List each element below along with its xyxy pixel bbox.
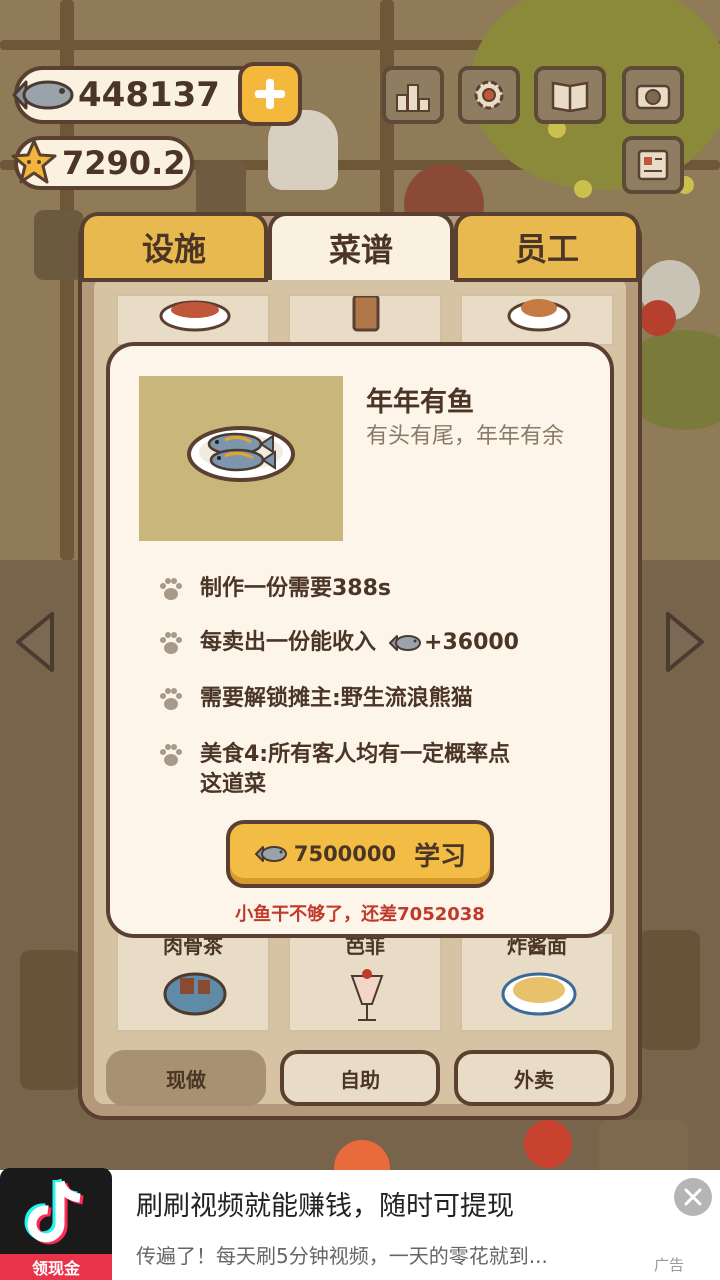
dish-icon	[159, 300, 231, 332]
recipe-card[interactable]: 肉骨茶	[116, 932, 270, 1032]
star-icon	[11, 139, 57, 184]
recipe-card[interactable]	[288, 294, 442, 346]
rank-button[interactable]	[382, 66, 444, 124]
fish-currency-value: 448137	[78, 75, 220, 115]
mode-takeout-button[interactable]: 外卖	[454, 1050, 614, 1106]
paw-icon	[160, 744, 182, 766]
food-effect-text: 美食4:所有客人均有一定概率点	[200, 742, 511, 767]
learn-cost: 7500000	[293, 842, 397, 866]
book-icon	[551, 81, 589, 113]
ad-close-button[interactable]	[674, 1178, 712, 1216]
recipe-book-button[interactable]	[534, 66, 606, 124]
learn-recipe-button[interactable]: 7500000 学习	[226, 820, 494, 888]
settings-button[interactable]	[458, 66, 520, 124]
learn-label: 学习	[414, 841, 467, 872]
noodle-icon	[501, 972, 577, 1016]
background-cabinet	[20, 950, 80, 1090]
unlock-requirement-text: 需要解锁摊主:野生流浪熊猫	[200, 686, 473, 711]
paw-icon	[160, 688, 182, 710]
fish-icon	[389, 635, 422, 651]
tab-facilities[interactable]: 设施	[80, 212, 268, 282]
fish-icon	[254, 846, 287, 862]
previous-arrow-icon[interactable]	[12, 610, 60, 674]
paw-icon	[160, 632, 182, 654]
music-note-icon	[24, 1178, 84, 1245]
settings-icon	[474, 80, 504, 110]
drink-icon	[352, 294, 380, 332]
ad-title[interactable]: 刷刷视频就能赚钱，随时可提现	[136, 1184, 514, 1223]
info-row-income: 每卖出一份能收入 +36000	[156, 628, 519, 658]
camera-button[interactable]	[622, 66, 684, 124]
recipe-card[interactable]	[460, 294, 614, 346]
parfait-icon	[350, 969, 384, 1021]
fish-icon	[12, 80, 74, 110]
background-counter	[598, 1120, 688, 1170]
bak-kut-teh-icon	[163, 972, 227, 1016]
alert-icon[interactable]	[640, 300, 676, 336]
background-shelf	[34, 210, 84, 280]
ad-label: 广告	[654, 1256, 685, 1274]
mode-buffet-button[interactable]: 自助	[280, 1050, 440, 1106]
fish-dish-icon	[187, 426, 295, 482]
notice-icon	[637, 149, 669, 181]
dish-image	[139, 376, 343, 541]
cook-time-text: 制作一份需要388s	[200, 576, 392, 601]
ad-description[interactable]: 传遍了！每天刷5分钟视频，一天的零花就到...	[136, 1240, 548, 1269]
background-barrel	[640, 930, 700, 1050]
info-row-unlock: 需要解锁摊主:野生流浪熊猫	[156, 684, 473, 714]
info-row-cook-time: 制作一份需要388s	[156, 574, 391, 604]
food-effect-text-continued: 这道菜	[200, 772, 267, 797]
income-text: 每卖出一份能收入	[200, 630, 377, 655]
star-currency-value: 7290.2	[62, 144, 186, 182]
tab-recipes[interactable]: 菜谱	[268, 212, 454, 280]
recipe-card[interactable]: 芭菲	[288, 932, 442, 1032]
mode-made-to-order-button[interactable]: 现做	[106, 1050, 266, 1106]
string-light	[574, 180, 592, 198]
recipe-card[interactable]: 炸酱面	[460, 932, 614, 1032]
camera-icon	[635, 84, 671, 110]
next-arrow-icon[interactable]	[660, 610, 708, 674]
alert-icon[interactable]	[524, 1120, 572, 1168]
add-fish-button[interactable]	[238, 62, 302, 126]
info-row-effect: 美食4:所有客人均有一定概率点 这道菜	[156, 740, 510, 800]
rank-icon	[396, 84, 430, 112]
recipe-card[interactable]	[116, 294, 270, 346]
paw-icon	[160, 578, 182, 600]
income-value: +36000	[424, 630, 519, 655]
close-icon	[684, 1188, 702, 1206]
dish-description: 有头有尾，年年有余	[366, 424, 565, 449]
ad-app-badge: 领现金	[0, 1254, 112, 1280]
background-signboard	[196, 160, 246, 220]
notice-board-button[interactable]	[622, 136, 684, 194]
dish-icon	[507, 299, 571, 332]
dish-name: 年年有鱼	[366, 387, 474, 418]
tab-staff[interactable]: 员工	[454, 212, 640, 282]
insufficient-fish-warning: 小鱼干不够了，还差7052038	[235, 904, 485, 925]
